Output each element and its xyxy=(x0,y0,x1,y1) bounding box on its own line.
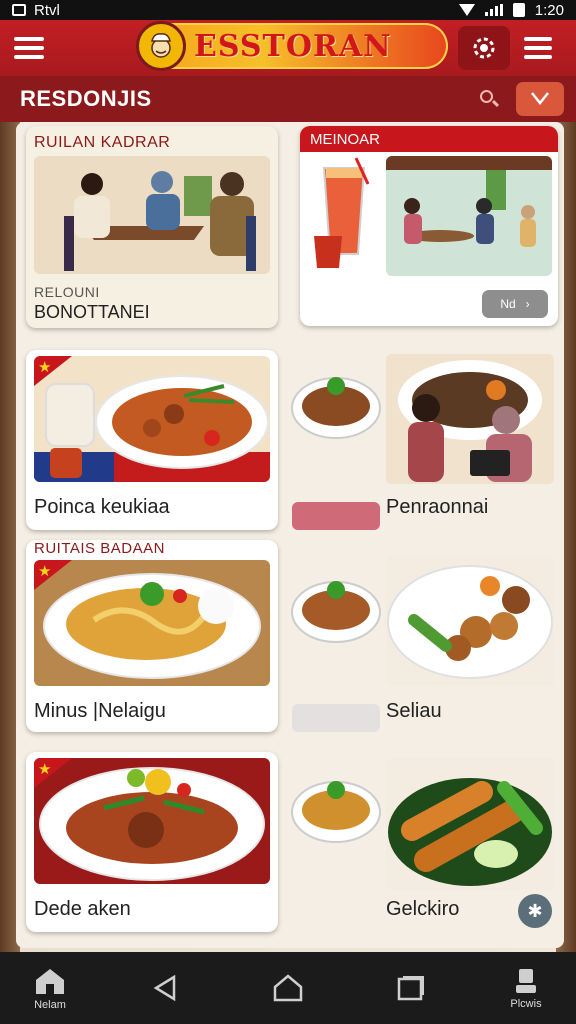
card-label: Seliau xyxy=(386,700,442,722)
rendang-dish-image: ★ xyxy=(34,758,270,884)
menu-tag-label: MEINOAR xyxy=(310,131,381,148)
app-bar: ESSTORAN xyxy=(0,20,576,76)
status-right: 1:20 xyxy=(458,1,564,19)
next-button-label: Nd xyxy=(500,297,516,311)
status-left: Rtvl xyxy=(12,2,60,19)
fried-chicken-image xyxy=(386,556,554,686)
dish-card[interactable]: Seliau xyxy=(290,556,554,736)
signal-icon xyxy=(484,4,503,16)
filter-icon[interactable] xyxy=(516,82,564,116)
star-icon: ★ xyxy=(38,761,52,778)
brand-name: ESSTORAN xyxy=(194,28,392,64)
card-label: Poinca keukiaa xyxy=(34,496,170,518)
home-outline-icon xyxy=(273,974,303,1002)
card-header: RUITAIS BADAAN xyxy=(34,540,165,557)
section-title: RESDONJIS xyxy=(20,86,152,111)
grilled-skewer-image xyxy=(386,758,554,890)
card-header: RUILAN KADRAR xyxy=(34,134,171,151)
menu-icon[interactable] xyxy=(14,37,44,59)
chevron-right-icon: › xyxy=(525,297,530,311)
chef-logo-icon xyxy=(136,21,186,71)
profile-icon xyxy=(516,968,536,993)
battery-icon xyxy=(512,3,525,17)
menu-card[interactable]: MEINOAR Nd › xyxy=(300,126,558,326)
noodle-dish-image: ★ xyxy=(34,560,270,686)
accessibility-icon[interactable]: ✱ xyxy=(518,894,552,928)
price-pill[interactable] xyxy=(292,704,380,732)
bowl-image xyxy=(290,768,382,848)
gear-icon[interactable] xyxy=(458,26,510,70)
dining-people-image xyxy=(34,156,270,274)
dish-card[interactable]: Gelckiro xyxy=(290,756,554,936)
hamburger-icon xyxy=(524,37,552,59)
clock: 1:20 xyxy=(534,1,564,19)
menu-tag: MEINOAR xyxy=(300,126,558,152)
recents-icon xyxy=(397,976,424,1001)
nav-profile-label: Plcwis xyxy=(510,997,542,1010)
curry-dish-image: ★ xyxy=(34,356,270,482)
search-icon[interactable] xyxy=(478,88,500,110)
nav-home[interactable]: Nelam xyxy=(5,952,95,1024)
sim-icon xyxy=(12,4,26,16)
cafe-scene-image xyxy=(386,156,552,276)
nav-profile[interactable]: Plcwis xyxy=(481,952,571,1024)
bowl-image xyxy=(290,568,382,648)
bowl-image xyxy=(290,364,382,444)
dish-card[interactable]: ★ Dede aken xyxy=(26,752,278,932)
card-label: Dede aken xyxy=(34,898,131,920)
back-icon xyxy=(153,974,176,1002)
dish-card[interactable]: RUITAIS BADAAN ★ Minus |Nelaigu xyxy=(26,540,278,732)
nav-back[interactable] xyxy=(120,952,210,1024)
restaurant-card[interactable]: RUILAN KADRAR RELOUNI BONOTTANEI xyxy=(26,126,278,328)
star-icon: ★ xyxy=(38,563,52,580)
menu-icon-right[interactable] xyxy=(512,26,564,70)
nav-home-button[interactable] xyxy=(243,952,333,1024)
star-icon: ★ xyxy=(38,359,52,376)
carrier-text: Rtvl xyxy=(34,1,60,19)
status-bar: Rtvl 1:20 xyxy=(0,0,576,20)
section-header: RESDONJIS xyxy=(0,76,576,122)
card-label: Gelckiro xyxy=(386,898,460,920)
card-label: Penraonnai xyxy=(386,496,489,518)
card-label: BONOTTANEI xyxy=(34,302,150,322)
diners-laptop-image xyxy=(386,354,554,484)
brand-logo[interactable]: ESSTORAN xyxy=(136,21,448,71)
dish-card[interactable]: Penraonnai xyxy=(290,350,554,530)
card-subtitle: RELOUNI xyxy=(34,284,100,300)
bottom-nav: Nelam Plcwis xyxy=(0,952,576,1024)
nav-recents[interactable] xyxy=(366,952,456,1024)
next-button[interactable]: Nd › xyxy=(482,290,548,318)
price-pill[interactable] xyxy=(292,502,380,530)
dish-card[interactable]: ★ Poinca keukiaa xyxy=(26,350,278,530)
home-icon xyxy=(36,968,64,994)
card-label: Minus |Nelaigu xyxy=(34,700,166,722)
nav-home-label: Nelam xyxy=(34,998,66,1011)
wifi-icon xyxy=(458,4,475,16)
drink-image xyxy=(306,154,388,278)
